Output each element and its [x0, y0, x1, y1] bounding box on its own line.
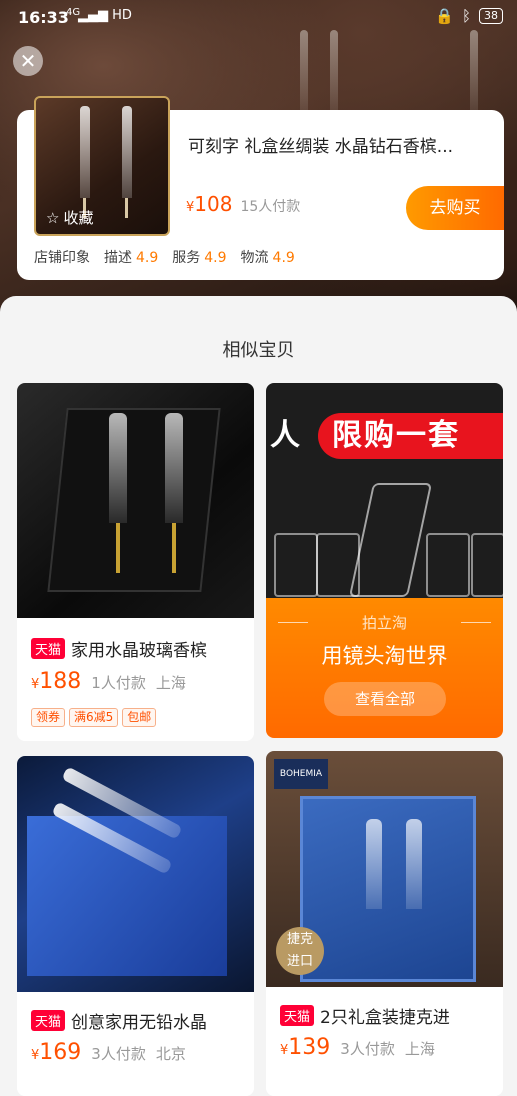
- close-button[interactable]: ✕: [13, 46, 43, 76]
- product-tile[interactable]: 天猫 家用水晶玻璃香槟 ¥188 1人付款 上海 领券 满6减5 包邮: [17, 383, 254, 741]
- tag-discount: 满6减5: [69, 708, 119, 727]
- item-tags: 领券 满6减5 包邮: [31, 708, 157, 727]
- item-paid: 1人付款: [91, 674, 146, 692]
- shop-ratings: 店铺印象 描述 4.9 服务 4.9 物流 4.9: [34, 247, 295, 267]
- tag-free-shipping: 包邮: [122, 708, 157, 727]
- item-price-row: ¥169 3人付款 北京: [31, 1040, 186, 1065]
- product-image: [17, 383, 254, 618]
- rating-description: 描述 4.9: [104, 250, 159, 266]
- promo-image: 人 限购一套: [266, 383, 503, 598]
- promo-banner-left: 人: [270, 418, 300, 453]
- star-icon: ☆: [46, 208, 60, 227]
- promo-banner: 限购一套: [318, 413, 503, 459]
- promo-tile[interactable]: 人 限购一套 拍立淘 用镜头淘世界 查看全部: [266, 383, 503, 738]
- brand-label: BOHEMIA: [274, 759, 328, 789]
- tmall-badge: 天猫: [31, 1010, 66, 1031]
- item-price-row: ¥188 1人付款 上海: [31, 669, 186, 694]
- import-seal: 捷克 进口: [276, 927, 324, 975]
- lock-icon: 🔒: [435, 7, 454, 25]
- signal-icon: ▂▄▆ HD: [78, 8, 132, 23]
- promo-sub: 拍立淘: [361, 614, 407, 632]
- tag-coupon: 领券: [31, 708, 66, 727]
- favorite-button[interactable]: ☆ 收藏: [46, 207, 93, 228]
- item-price: ¥188: [31, 669, 82, 694]
- item-paid: 3人付款: [91, 1045, 146, 1063]
- item-location: 北京: [155, 1045, 186, 1063]
- status-time: 16:33: [18, 8, 69, 27]
- item-name: 天猫 2只礼盒装捷克进: [280, 1003, 450, 1028]
- item-price: ¥169: [31, 1040, 82, 1065]
- tmall-badge: 天猫: [280, 1005, 315, 1026]
- product-price-row: ¥108 15人付款: [186, 192, 300, 216]
- battery-icon: 38: [479, 8, 503, 24]
- product-tile[interactable]: 天猫 创意家用无铅水晶 ¥169 3人付款 北京: [17, 756, 254, 1096]
- tmall-badge: 天猫: [31, 638, 66, 659]
- view-all-button[interactable]: 查看全部: [324, 682, 446, 716]
- item-price: ¥139: [280, 1035, 331, 1060]
- product-image: [17, 756, 254, 992]
- shop-label: 店铺印象: [34, 250, 90, 266]
- section-title: 相似宝贝: [222, 340, 295, 361]
- status-bar: 16:33 4G ▂▄▆ HD 🔒 ᛒ 38: [0, 0, 517, 34]
- rating-service: 服务 4.9: [172, 250, 227, 266]
- product-tile[interactable]: BOHEMIA 捷克 进口 天猫 2只礼盒装捷克进 ¥139 3人付款 上海: [266, 751, 503, 1096]
- item-location: 上海: [155, 674, 186, 692]
- product-title: 可刻字 礼盒丝绸装 水晶钻石香槟...: [188, 137, 454, 157]
- item-name: 天猫 家用水晶玻璃香槟: [31, 636, 207, 661]
- promo-panel: 拍立淘 用镜头淘世界 查看全部: [266, 598, 503, 738]
- rating-logistics: 物流 4.9: [240, 250, 295, 266]
- product-image: BOHEMIA 捷克 进口: [266, 751, 503, 987]
- promo-main: 用镜头淘世界: [321, 644, 448, 668]
- product-paid-count: 15人付款: [240, 199, 301, 215]
- product-price: ¥108: [186, 192, 233, 216]
- item-location: 上海: [404, 1040, 435, 1058]
- item-name: 天猫 创意家用无铅水晶: [31, 1008, 207, 1033]
- buy-button[interactable]: 去购买: [406, 186, 504, 230]
- bluetooth-icon: ᛒ: [461, 7, 471, 25]
- product-thumbnail[interactable]: ☆ 收藏: [34, 96, 170, 236]
- item-paid: 3人付款: [340, 1040, 395, 1058]
- item-price-row: ¥139 3人付款 上海: [280, 1035, 435, 1060]
